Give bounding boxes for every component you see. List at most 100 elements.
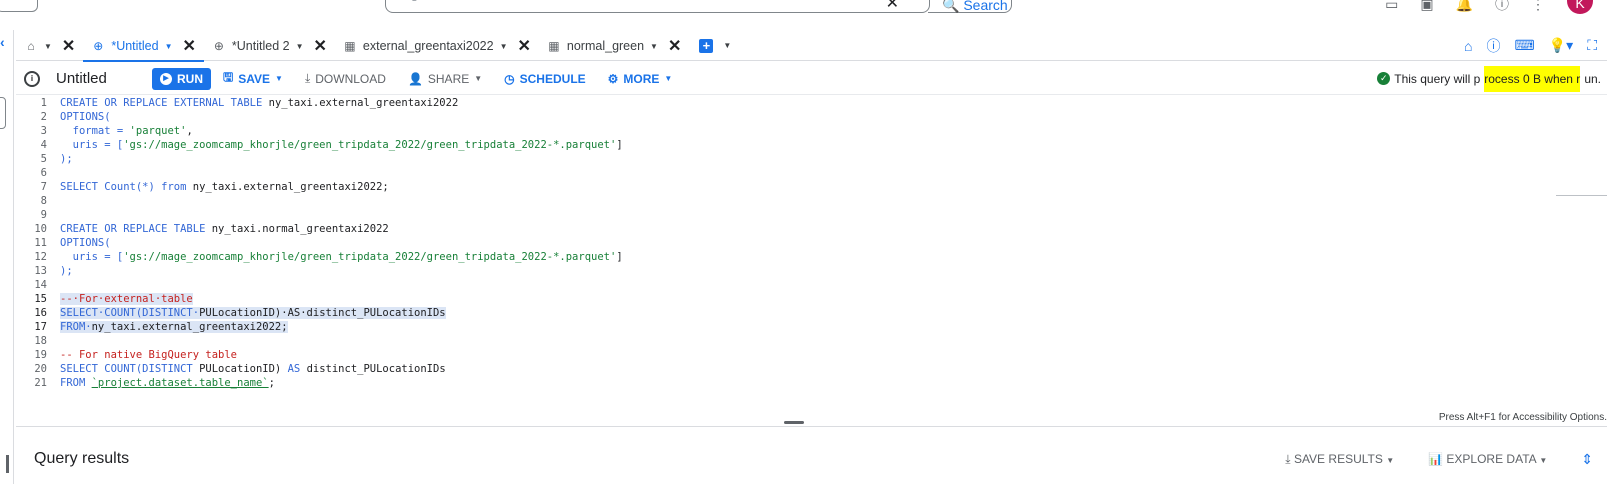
fullscreen-icon[interactable]: ⛶ xyxy=(1587,37,1597,54)
code-line: 8 xyxy=(40,195,47,207)
close-icon[interactable]: ✕ xyxy=(62,36,75,56)
panel-divider xyxy=(16,426,1607,427)
run-button[interactable]: ▶ RUN xyxy=(152,67,211,90)
clear-search-icon[interactable]: ✕ xyxy=(886,0,899,13)
validator-highlight: rocess 0 B when r xyxy=(1484,65,1581,92)
code-line: 14 xyxy=(34,279,47,291)
close-icon[interactable]: ✕ xyxy=(668,36,681,56)
close-icon[interactable]: ✕ xyxy=(314,36,327,56)
editor-tabs: ⌂ ▼ ✕ ⊕ *Untitled ▼ ✕ ⊕ *Untitled 2 ▼ ✕ … xyxy=(16,31,1607,62)
chevron-down-icon[interactable]: ▼ xyxy=(165,42,173,51)
chevron-down-icon[interactable]: ▼ xyxy=(296,42,304,51)
play-icon: ▶ xyxy=(160,72,172,85)
tab-home[interactable]: ⌂ ▼ ✕ xyxy=(16,31,83,61)
home-icon[interactable]: ⌂ xyxy=(1464,38,1472,54)
explore-data-label: EXPLORE DATA xyxy=(1446,452,1536,466)
person-add-icon: 👤 xyxy=(407,71,423,86)
download-icon: ⤓ xyxy=(304,71,311,85)
query-validator: ✓ This query will p rocess 0 B when r un. xyxy=(1377,65,1601,92)
code-line: 21 FROM `project.dataset.table_name`; xyxy=(34,377,275,389)
code-line: 9 xyxy=(40,209,47,221)
home-icon: ⌂ xyxy=(27,39,35,53)
query-icon: ⊕ xyxy=(93,39,104,53)
tab-normal-green[interactable]: ▦ normal_green ▼ ✕ xyxy=(539,31,689,61)
top-bar: Big ✕ 🔍 Search ▭ ▣ 🔔 ⓘ ⋮ K xyxy=(0,0,1607,14)
code-line: 10 CREATE OR REPLACE TABLE ny_taxi.normal… xyxy=(34,223,389,235)
info-icon[interactable]: ⓘ xyxy=(1487,36,1501,56)
collapse-panel-icon[interactable]: ‹ xyxy=(0,34,5,50)
tab-label: normal_green xyxy=(566,39,645,53)
tab-label: *Untitled xyxy=(111,39,159,53)
code-line: 16 SELECT·COUNT(DISTINCT·PULocationID)·AS… xyxy=(34,307,446,319)
chevron-down-icon[interactable]: ▼ xyxy=(500,42,508,51)
save-button[interactable]: 🖫 SAVE ▼ xyxy=(223,68,283,89)
chevron-down-icon[interactable]: ▼ xyxy=(44,42,52,51)
explore-data-button[interactable]: 📊 EXPLORE DATA ▼ xyxy=(1428,452,1547,466)
code-line: 4 uris = ['gs://mage_zoomcamp_khorjle/gr… xyxy=(40,139,623,151)
more-button[interactable]: ⚙ MORE ▼ xyxy=(608,72,673,86)
validator-text: This query will p xyxy=(1394,71,1481,86)
share-button[interactable]: 👤 SHARE ▼ xyxy=(408,72,482,86)
accessibility-hint: Press Alt+F1 for Accessibility Options. xyxy=(1438,412,1607,423)
avatar[interactable]: K xyxy=(1567,0,1593,14)
chart-icon: 📊 xyxy=(1428,452,1447,466)
chat-icon[interactable]: ▭ xyxy=(1385,0,1398,13)
tab-untitled[interactable]: ⊕ *Untitled ▼ ✕ xyxy=(83,31,204,62)
code-line: 7 SELECT Count(*) from ny_taxi.external_g… xyxy=(40,181,389,193)
run-label: RUN xyxy=(177,71,203,86)
tab-bar-actions: ⌂ ⓘ ⌨ 💡▾ ⛶ xyxy=(1464,31,1607,60)
lightbulb-icon[interactable]: 💡▾ xyxy=(1549,37,1573,54)
table-icon: ▦ xyxy=(344,39,356,53)
resize-handle[interactable] xyxy=(6,455,9,473)
code-line: 5); xyxy=(40,153,73,165)
expand-icon[interactable]: ⇕ xyxy=(1581,451,1593,468)
download-button[interactable]: ⤓ DOWNLOAD xyxy=(305,71,386,86)
close-icon[interactable]: ✕ xyxy=(183,36,196,56)
save-label: SAVE xyxy=(238,71,271,86)
search-button-label: Search xyxy=(963,0,1008,13)
tab-label: external_greentaxi2022 xyxy=(362,39,494,53)
code-line: 11 OPTIONS( xyxy=(34,237,111,249)
chevron-down-icon: ▼ xyxy=(1539,456,1548,465)
add-tab-icon[interactable]: + xyxy=(699,38,714,53)
sql-editor[interactable]: 1 CREATE OR REPLACE EXTERNAL TABLE ny_tax… xyxy=(16,96,1607,412)
query-results-panel: Query results ⤓ SAVE RESULTS ▼ 📊 EXPLORE… xyxy=(16,428,1607,484)
close-icon[interactable]: ✕ xyxy=(518,36,531,56)
minimap-marker xyxy=(1556,195,1607,196)
code-line: 19 -- For native BigQuery table xyxy=(34,349,238,361)
share-label: SHARE xyxy=(427,71,470,86)
tab-label: *Untitled 2 xyxy=(231,39,290,53)
table-icon: ▦ xyxy=(548,39,560,53)
schedule-button[interactable]: ◷ SCHEDULE xyxy=(504,72,586,86)
schedule-label: SCHEDULE xyxy=(519,71,586,86)
code-line: 6 xyxy=(40,167,47,179)
tab-external-greentaxi2022[interactable]: ▦ external_greentaxi2022 ▼ ✕ xyxy=(335,31,539,61)
more-vert-icon[interactable]: ⋮ xyxy=(1531,0,1545,13)
search-input[interactable]: Big ✕ xyxy=(385,0,930,13)
code-line: 13); xyxy=(34,265,73,277)
save-icon: 🖫 xyxy=(223,70,234,84)
panel-drag-handle[interactable] xyxy=(784,421,804,424)
code-line: 20 SELECT COUNT(DISTINCT PULocationID) AS… xyxy=(34,363,446,375)
menu-button[interactable] xyxy=(0,0,38,12)
terminal-icon[interactable]: ▣ xyxy=(1420,0,1433,13)
results-actions: ⤓ SAVE RESULTS ▼ 📊 EXPLORE DATA ▼ ⇕ xyxy=(1285,451,1593,468)
save-results-label: SAVE RESULTS xyxy=(1293,451,1383,466)
chevron-down-icon: ▼ xyxy=(664,74,673,83)
keyboard-icon[interactable]: ⌨ xyxy=(1515,37,1535,54)
save-results-button[interactable]: ⤓ SAVE RESULTS ▼ xyxy=(1285,452,1394,467)
chevron-down-icon[interactable]: ▼ xyxy=(723,41,731,50)
help-icon[interactable]: ⓘ xyxy=(1495,0,1509,14)
code-line: 17 FROM·ny_taxi.external_greentaxi2022; xyxy=(34,321,288,333)
chevron-down-icon[interactable]: ▼ xyxy=(650,42,658,51)
validator-text-end: un. xyxy=(1584,71,1601,86)
left-panel-edge xyxy=(0,97,6,129)
query-title[interactable]: Untitled xyxy=(56,70,152,87)
notifications-icon[interactable]: 🔔 xyxy=(1456,0,1473,13)
results-title: Query results xyxy=(34,450,130,467)
search-button[interactable]: 🔍 Search xyxy=(928,0,1012,13)
query-icon: ⊕ xyxy=(213,39,224,53)
gear-icon: ⚙ xyxy=(607,71,619,86)
tab-untitled-2[interactable]: ⊕ *Untitled 2 ▼ ✕ xyxy=(204,31,335,61)
code-line: 2 OPTIONS( xyxy=(40,111,111,123)
